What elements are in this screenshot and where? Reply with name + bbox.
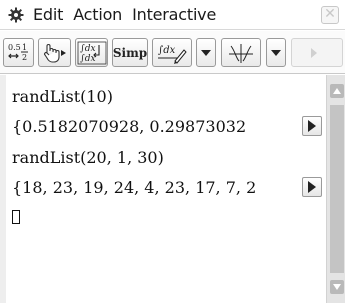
scroll-up-button[interactable] — [330, 84, 344, 98]
hand-pointer-button[interactable] — [38, 38, 71, 67]
graph-axes-icon — [229, 43, 253, 63]
input-line-2[interactable]: randList(20, 1, 30) — [12, 143, 164, 171]
output-text: {0.5182070928, 0.29873032 — [12, 116, 247, 136]
input-text: randList(10) — [12, 86, 113, 106]
simp-button[interactable]: Simp — [112, 38, 148, 67]
output-line-2[interactable]: {18, 23, 19, 24, 4, 23, 17, 7, 2 — [12, 173, 322, 201]
svg-text:0.5: 0.5 — [8, 43, 21, 52]
triangle-down-icon — [333, 284, 341, 290]
fraction-decimal-toggle[interactable]: 0.5 1 2 — [3, 38, 34, 67]
dropdown-2[interactable] — [266, 38, 286, 67]
toolbar: 0.5 1 2 ∫dx ∫dx Simp ∫dx — [0, 31, 345, 74]
scroll-down-button[interactable] — [330, 280, 344, 294]
triangle-down-icon — [201, 49, 211, 56]
scrollbar[interactable] — [326, 75, 345, 303]
triangle-right-icon — [308, 120, 316, 132]
expand-result-button[interactable] — [302, 177, 322, 197]
work-area[interactable]: randList(10) {0.5182070928, 0.29873032 r… — [0, 75, 326, 303]
dropdown-1[interactable] — [196, 38, 216, 67]
input-line-cursor[interactable] — [12, 203, 20, 231]
integral-substitute-button[interactable]: ∫dx ∫dx — [75, 38, 108, 67]
output-text: {18, 23, 19, 24, 4, 23, 17, 7, 2 — [12, 177, 257, 197]
fraction-decimal-icon: 0.5 1 2 — [8, 43, 28, 62]
svg-text:∫dx: ∫dx — [80, 44, 96, 54]
simp-label: Simp — [112, 45, 148, 60]
input-text: randList(20, 1, 30) — [12, 147, 164, 167]
text-cursor — [12, 210, 20, 224]
svg-text:∫dx: ∫dx — [158, 45, 176, 56]
svg-text:2: 2 — [22, 53, 27, 62]
menu-interactive[interactable]: Interactive — [132, 5, 216, 24]
graph-axes-button[interactable] — [221, 38, 261, 67]
integral-pen-button[interactable]: ∫dx — [152, 38, 192, 67]
output-line-1[interactable]: {0.5182070928, 0.29873032 — [12, 112, 322, 140]
triangle-right-icon — [311, 47, 317, 58]
next-button[interactable] — [291, 38, 343, 67]
input-line-1[interactable]: randList(10) — [12, 82, 113, 110]
hand-pointer-icon — [43, 43, 66, 63]
integral-pen-icon: ∫dx — [158, 45, 187, 64]
menu-bar: Edit Action Interactive ✕ — [0, 0, 345, 30]
scroll-track[interactable] — [330, 105, 344, 273]
svg-text:∫dx: ∫dx — [80, 54, 96, 64]
gear-icon[interactable] — [8, 7, 24, 23]
expand-result-button[interactable] — [302, 116, 322, 136]
triangle-right-icon — [308, 181, 316, 193]
menu-action[interactable]: Action — [73, 5, 122, 24]
menu-edit[interactable]: Edit — [33, 5, 63, 24]
close-icon[interactable]: ✕ — [321, 6, 339, 24]
triangle-up-icon — [333, 88, 341, 94]
triangle-down-icon — [271, 49, 281, 56]
integral-icon: ∫dx ∫dx — [77, 41, 106, 64]
svg-text:1: 1 — [22, 43, 27, 52]
